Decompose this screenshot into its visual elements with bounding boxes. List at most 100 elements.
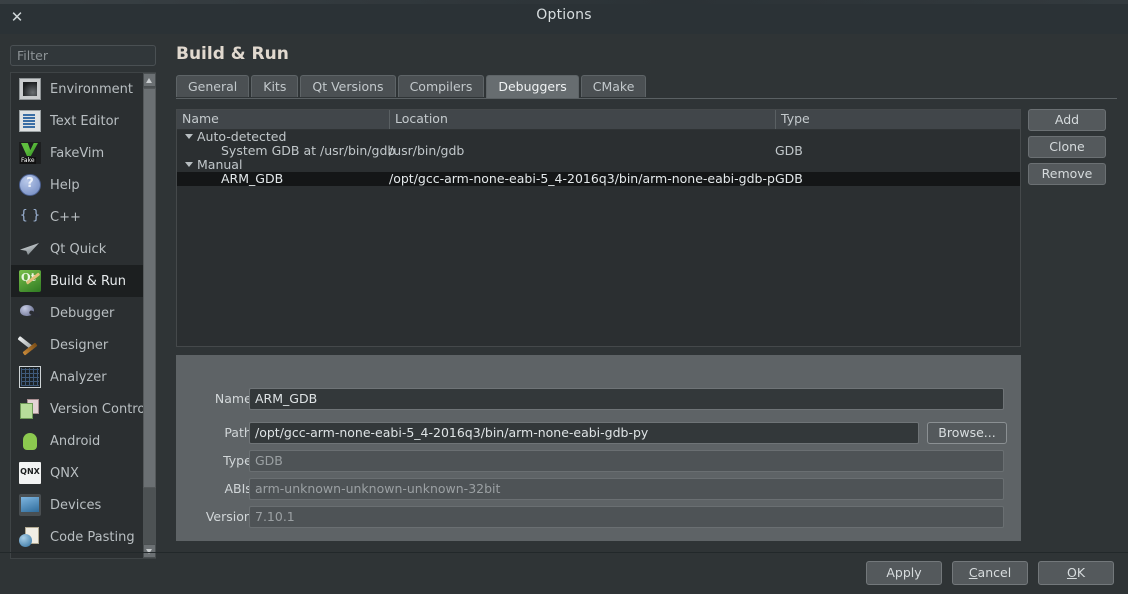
apply-button[interactable]: Apply <box>866 561 942 585</box>
window-title: Options <box>536 7 592 23</box>
debugger-icon <box>19 302 41 324</box>
sidebar-item-debugger[interactable]: Debugger <box>11 297 155 329</box>
sidebar-item-text-editor[interactable]: Text Editor <box>11 105 155 137</box>
filter-input[interactable] <box>10 45 156 66</box>
scroll-down-button[interactable] <box>143 544 156 558</box>
tab-qt-versions[interactable]: Qt Versions <box>300 75 396 97</box>
category-list[interactable]: Environment Text Editor FakeVim Help C++ Qt Q… <box>10 72 156 559</box>
cell-l: /opt/gcc-arm-none-eabi-5_4-2016q3/bin/ar… <box>389 172 775 186</box>
field-label: Type: <box>223 453 256 468</box>
help-icon <box>19 174 41 196</box>
sidebar-item-version-control[interactable]: Version Control <box>11 393 155 425</box>
android-icon <box>19 430 41 452</box>
sidebar-item-qt-quick[interactable]: Qt Quick <box>11 233 155 265</box>
sidebar-item-label: FakeVim <box>50 145 105 161</box>
sidebar-item-code-pasting[interactable]: Code Pasting <box>11 521 155 553</box>
cell-l <box>389 130 775 144</box>
table-row[interactable]: Auto-detected <box>177 130 1020 144</box>
sidebar-item-label: Android <box>50 433 101 449</box>
cancel-mnemonic: C <box>968 565 978 580</box>
qt-quick-icon <box>19 238 41 260</box>
field-row: Path:/opt/gcc-arm-none-eabi-5_4-2016q3/b… <box>176 422 1021 444</box>
table-body: Auto-detected System GDB at /usr/bin/gdb /… <box>177 130 1020 186</box>
cell-l: /usr/bin/gdb <box>389 144 465 158</box>
page-title: Build & Run <box>176 44 289 64</box>
table-action-buttons: Add Clone Remove <box>1028 109 1108 190</box>
sidebar-item-label: C++ <box>50 209 81 225</box>
debuggers-table[interactable]: Name Location Type Auto-detected System GDB… <box>176 109 1021 347</box>
build-run-icon <box>19 270 41 292</box>
field-label: Path: <box>224 425 256 440</box>
sidebar-item-devices[interactable]: Devices <box>11 489 155 521</box>
tab-bar: General Kits Qt Versions Compilers Debuggers… <box>176 75 1117 99</box>
sidebar-item-label: Debugger <box>50 305 115 321</box>
sidebar-item-label: Analyzer <box>50 369 107 385</box>
window-edge-artifact <box>0 0 1128 4</box>
field-row: ABIs: arm-unknown-unknown-unknown-32bit <box>176 478 1021 500</box>
ok-label-rest: K <box>1076 565 1086 580</box>
sidebar-item-analyzer[interactable]: Analyzer <box>11 361 155 393</box>
sidebar-item-label: Text Editor <box>50 113 119 129</box>
sidebar-item-android[interactable]: Android <box>11 425 155 457</box>
sidebar-item-label: Designer <box>50 337 109 353</box>
sidebar-scrollbar-thumb[interactable] <box>143 88 156 488</box>
ok-mnemonic: O <box>1066 565 1077 580</box>
version-field: 7.10.1 <box>249 506 1004 528</box>
type-field: GDB <box>249 450 1004 472</box>
sidebar-item-help[interactable]: Help <box>11 169 155 201</box>
sidebar-item-qnx[interactable]: QNX <box>11 457 155 489</box>
sidebar-item-fakevim[interactable]: FakeVim <box>11 137 155 169</box>
cell-n: Manual <box>197 158 243 172</box>
column-header-type[interactable]: Type <box>775 110 1020 129</box>
text-editor-icon <box>19 110 41 132</box>
table-row[interactable]: System GDB at /usr/bin/gdb/usr/bin/gdb GD… <box>177 144 1020 158</box>
table-header: Name Location Type <box>177 110 1020 130</box>
name-field[interactable]: ARM_GDB <box>249 388 1004 410</box>
ok-button[interactable]: OK <box>1038 561 1114 585</box>
fakevim-icon <box>19 142 41 164</box>
field-label: Version: <box>205 509 256 524</box>
title-bar: ✕ Options <box>0 0 1128 34</box>
sidebar-item-label: Devices <box>50 497 102 513</box>
field-row: Name: ARM_GDB <box>176 388 1021 410</box>
cell-t <box>775 158 1015 172</box>
clone-button[interactable]: Clone <box>1028 136 1106 158</box>
tab-debuggers[interactable]: Debuggers <box>486 75 579 98</box>
browse-button[interactable]: Browse... <box>927 422 1007 444</box>
sidebar-item-label: QNX <box>50 465 79 481</box>
environment-icon <box>19 78 41 100</box>
analyzer-icon <box>19 366 41 388</box>
chevron-up-icon <box>146 78 152 83</box>
scroll-up-button[interactable] <box>143 73 156 87</box>
sidebar-item-c[interactable]: C++ <box>11 201 155 233</box>
tab-kits[interactable]: Kits <box>251 75 299 97</box>
cell-t: GDB <box>775 172 803 186</box>
tab-general[interactable]: General <box>176 75 250 97</box>
sidebar-item-environment[interactable]: Environment <box>11 73 155 105</box>
column-header-name[interactable]: Name <box>177 110 389 129</box>
field-label: Name: <box>214 391 256 406</box>
field-label: ABIs: <box>224 481 256 496</box>
footer-divider <box>0 552 1128 553</box>
field-row: Version: 7.10.1 <box>176 506 1021 528</box>
cell-n: Auto-detected <box>197 130 287 144</box>
table-row[interactable]: ARM_GDB/opt/gcc-arm-none-eabi-5_4-2016q3… <box>177 172 1020 186</box>
cell-l <box>389 158 775 172</box>
sidebar-item-label: Version Control <box>50 401 149 417</box>
sidebar-item-label: Build & Run <box>50 273 126 289</box>
remove-button[interactable]: Remove <box>1028 163 1106 185</box>
table-row[interactable]: Manual <box>177 158 1020 172</box>
qnx-icon <box>19 462 41 484</box>
tab-compilers[interactable]: Compilers <box>397 75 485 97</box>
sidebar-item-designer[interactable]: Designer <box>11 329 155 361</box>
add-button[interactable]: Add <box>1028 109 1106 131</box>
devices-icon <box>19 494 41 516</box>
cpp-icon <box>19 206 41 228</box>
code-pasting-icon <box>19 526 41 548</box>
tab-cmake[interactable]: CMake <box>580 75 647 97</box>
column-header-location[interactable]: Location <box>389 110 775 129</box>
cancel-button[interactable]: Cancel <box>952 561 1028 585</box>
path-field[interactable]: /opt/gcc-arm-none-eabi-5_4-2016q3/bin/ar… <box>249 422 919 444</box>
sidebar-item-build-run[interactable]: Build & Run <box>11 265 155 297</box>
options-dialog: ✕ Options Environment Text Editor FakeVim H… <box>0 0 1128 594</box>
